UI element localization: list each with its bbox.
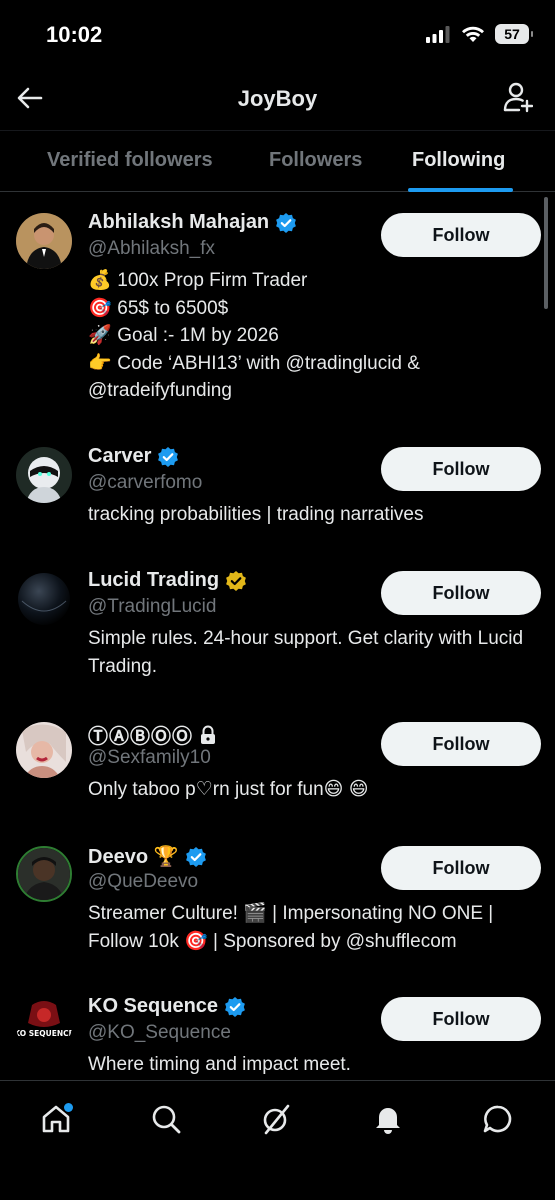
bio-line: @tradeifyfunding <box>88 380 232 401</box>
notification-dot <box>64 1103 73 1112</box>
following-list[interactable]: Abhilaksh Mahajan @Abhilaksh_fx Follow 💰… <box>0 193 555 1080</box>
verified-badge-icon <box>276 212 297 233</box>
search-icon <box>152 1105 181 1134</box>
account-name[interactable]: ⓉⒶⒷⓄⓄ <box>88 720 193 749</box>
lock-icon <box>201 725 215 744</box>
bottom-nav <box>0 1080 555 1200</box>
signal-icon <box>426 26 450 43</box>
target-emoji: 🎯 <box>88 297 112 319</box>
avatar[interactable] <box>16 846 72 902</box>
rocket-emoji: 🚀 <box>88 325 112 346</box>
account-handle: @KO_Sequence <box>88 1022 231 1043</box>
account-bio: 💰 100x Prop Firm Trader 🎯 65$ to 6500$ 🚀… <box>88 267 538 405</box>
avatar-image <box>18 848 70 900</box>
nav-search[interactable] <box>146 1099 186 1139</box>
follow-button[interactable]: Follow <box>381 447 541 491</box>
account-bio: Only taboo p♡rn just for fun😄 😄 <box>88 779 369 800</box>
page-title: JoyBoy <box>237 86 318 111</box>
follow-button[interactable]: Follow <box>381 213 541 257</box>
messages-icon <box>483 1105 512 1133</box>
avatar[interactable] <box>16 447 72 503</box>
account-name[interactable]: Deevo 🏆 <box>88 844 179 869</box>
follow-button[interactable]: Follow <box>381 571 541 615</box>
wifi-icon <box>462 26 484 42</box>
avatar-image: KO SEQUENCE <box>16 997 72 1053</box>
follow-button[interactable]: Follow <box>381 846 541 890</box>
account-bio: Simple rules. 24-hour support. Get clari… <box>88 628 524 677</box>
avatar[interactable]: KO SEQUENCE <box>16 997 72 1053</box>
account-handle: @Abhilaksh_fx <box>88 238 216 259</box>
follow-button[interactable]: Follow <box>381 722 541 766</box>
status-time: 10:02 <box>46 22 103 47</box>
account-handle: @QueDeevo <box>88 871 199 892</box>
verified-gold-badge-icon <box>226 570 247 591</box>
nav-notifications[interactable] <box>368 1099 408 1139</box>
avatar-image <box>16 571 72 627</box>
account-name[interactable]: KO Sequence <box>88 995 218 1018</box>
tab-bar: Verified followers Followers Following <box>0 130 555 192</box>
tab-followers[interactable]: Followers <box>269 149 362 172</box>
avatar-image <box>16 447 72 503</box>
account-bio: Where timing and impact meet. <box>88 1054 351 1075</box>
avatar[interactable] <box>16 213 72 269</box>
account-name[interactable]: Abhilaksh Mahajan <box>88 211 269 234</box>
bio-line: Goal :- 1M by 2026 <box>117 325 279 346</box>
avatar[interactable] <box>16 571 72 627</box>
bio-line: 100x Prop Firm Trader <box>117 270 308 291</box>
account-name[interactable]: Carver <box>88 445 151 468</box>
bio-line: 65$ to 6500$ <box>117 297 229 319</box>
header: JoyBoy <box>0 70 555 130</box>
add-user-button[interactable] <box>501 80 535 114</box>
account-handle: @Sexfamily10 <box>88 747 211 768</box>
grok-icon <box>263 1104 290 1135</box>
notifications-icon <box>376 1108 400 1134</box>
active-tab-indicator <box>408 188 513 192</box>
status-bar: 10:02 57 <box>0 0 555 70</box>
verified-badge-icon <box>185 846 206 867</box>
follow-button[interactable]: Follow <box>381 997 541 1041</box>
avatar-logo-text: KO SEQUENCE <box>16 1029 72 1038</box>
nav-grok[interactable] <box>256 1099 296 1139</box>
pointing-hand-emoji: 👉 <box>88 352 112 374</box>
nav-home[interactable] <box>36 1099 76 1139</box>
account-bio: Streamer Culture! 🎬 | Impersonating NO O… <box>88 903 494 952</box>
tab-following[interactable]: Following <box>412 149 505 172</box>
avatar[interactable] <box>16 722 72 778</box>
account-handle: @TradingLucid <box>88 596 217 617</box>
nav-messages[interactable] <box>478 1099 518 1139</box>
scrollbar-thumb[interactable] <box>544 197 548 309</box>
account-handle: @carverfomo <box>88 472 203 493</box>
avatar-image <box>16 722 72 778</box>
bio-line: Code ‘ABHI13’ with @tradinglucid & <box>117 352 420 374</box>
verified-badge-icon <box>158 446 179 467</box>
account-name[interactable]: Lucid Trading <box>88 569 219 592</box>
money-bag-emoji: 💰 <box>88 270 112 291</box>
avatar-image <box>16 213 72 269</box>
tab-verified-followers[interactable]: Verified followers <box>47 149 213 172</box>
status-icons: 57 <box>425 24 533 44</box>
battery-indicator: 57 <box>495 24 533 44</box>
add-user-icon <box>503 82 533 113</box>
verified-badge-icon <box>225 996 245 1017</box>
account-bio: tracking probabilities | trading narrati… <box>88 504 424 525</box>
